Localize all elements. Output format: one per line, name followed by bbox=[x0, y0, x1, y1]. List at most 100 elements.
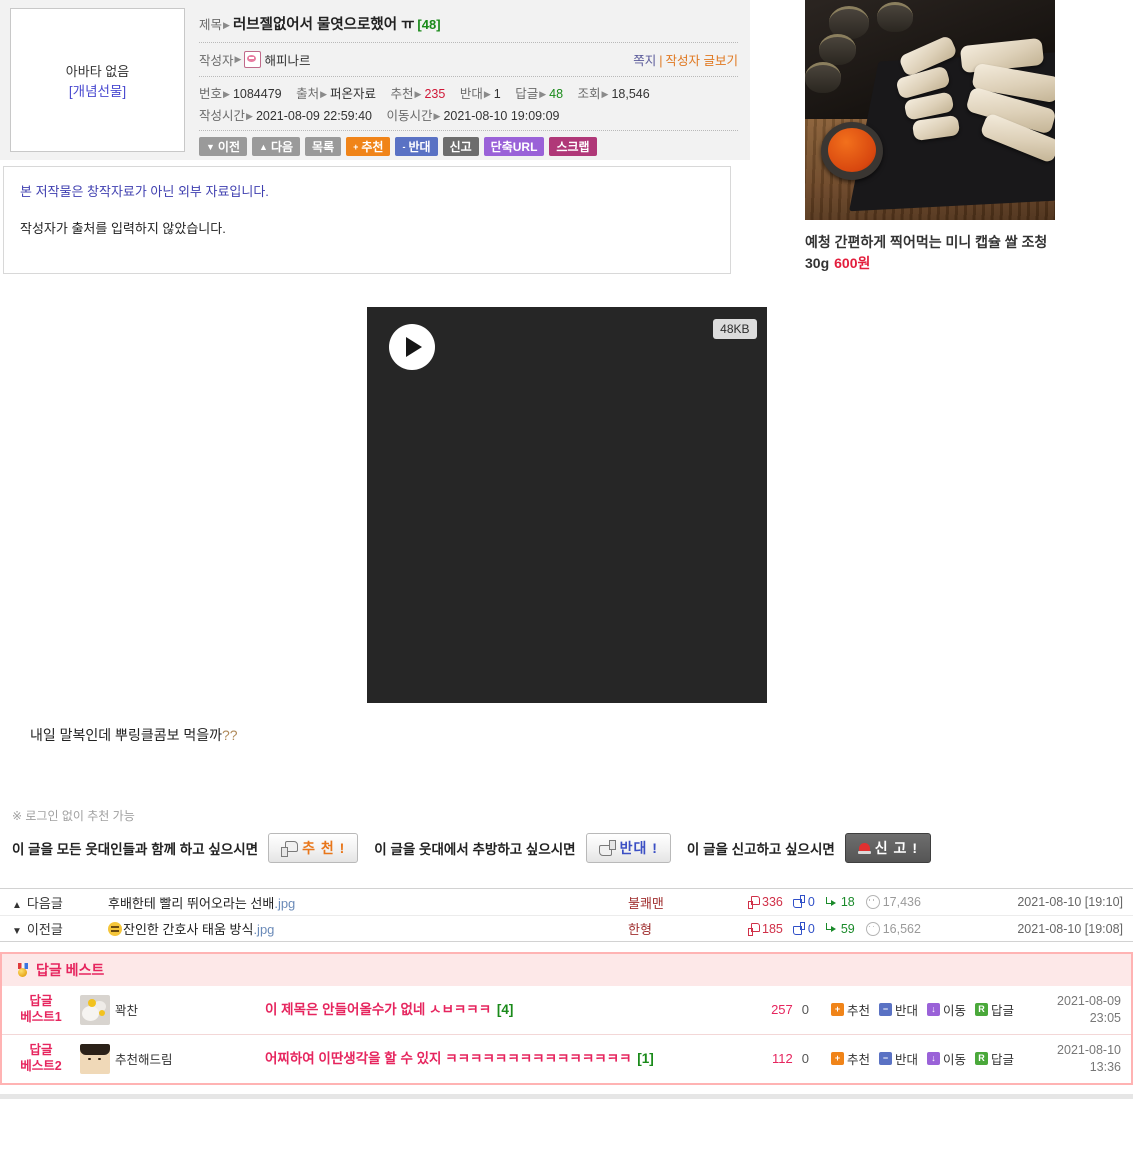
meta-down-value: 1 bbox=[493, 87, 501, 101]
best-comment-user-2[interactable]: 추천해드림 bbox=[80, 1043, 265, 1074]
arrow-icon: ▶ bbox=[223, 89, 230, 99]
arrow-icon: ▶ bbox=[539, 89, 547, 99]
prev-post-comments-value: 59 bbox=[840, 921, 855, 936]
upvote-prompt: 이 글을 모든 웃대인들과 함께 하고 싶으시면 bbox=[12, 842, 259, 857]
send-message-link[interactable]: 쪽지 bbox=[633, 54, 656, 68]
next-button[interactable]: ▲ 다음 bbox=[252, 137, 301, 156]
divider: | bbox=[659, 54, 663, 68]
ad-image[interactable] bbox=[805, 0, 1055, 220]
plus-icon: + bbox=[831, 1003, 844, 1017]
best-comment-reply-count-1: [4] bbox=[496, 1002, 514, 1018]
scrap-button[interactable]: 스크랩 bbox=[549, 137, 597, 156]
prev-post-direction: ▼ 이전글 bbox=[12, 919, 108, 938]
author-posts-link[interactable]: 작성자 글보기 bbox=[666, 54, 738, 68]
ad-caption[interactable]: 예청 간편하게 찍어먹는 미니 캡슐 쌀 조청 30g 600원 bbox=[805, 232, 1065, 274]
prev-post-row[interactable]: ▼ 이전글 잔인한 간호사 태움 방식.jpg 한형 185 0 59 16,56… bbox=[0, 915, 1133, 941]
author-name[interactable]: 해피나르 bbox=[264, 50, 310, 69]
best-comment-downvotes-2: 0 bbox=[801, 1051, 809, 1067]
downvote-button-label: 반대 bbox=[408, 140, 431, 154]
thumbs-down-icon bbox=[794, 896, 805, 908]
play-icon[interactable] bbox=[388, 324, 435, 370]
meta-moved-value: 2021-08-10 19:09:09 bbox=[443, 109, 560, 123]
arrow-icon: ▶ bbox=[433, 111, 441, 121]
best-comments-section: 답글 베스트 답글 베스트1 꽉찬 이 제목은 안들어올수가 없네 ㅅㅂㅋㅋㅋ … bbox=[0, 952, 1133, 1085]
concept-gift-link[interactable]: [개념선물] bbox=[69, 80, 126, 100]
reply-icon: R bbox=[975, 1052, 989, 1066]
scrap-button-label: 스크랩 bbox=[556, 140, 590, 154]
best-comment-text-1[interactable]: 이 제목은 안들어올수가 없네 ㅅㅂㅋㅋㅋ [4] bbox=[265, 1000, 733, 1020]
next-post-writer[interactable]: 불쾌맨 bbox=[628, 893, 748, 912]
rank-line-1: 답글 bbox=[29, 1043, 53, 1057]
recommend-bar: 이 글을 모든 웃대인들과 함께 하고 싶으시면 추 천 ! 이 글을 웃대에서… bbox=[12, 832, 1133, 864]
comment-upvote-button[interactable]: + 추천 bbox=[831, 1000, 870, 1019]
post-body-sentence: 내일 말복인데 뿌링클콤보 먹을까 bbox=[30, 727, 222, 743]
best-comment-body-2: 어찌하여 이딴생각을 할 수 있지 ㅋㅋㅋㅋㅋㅋㅋㅋㅋㅋㅋㅋㅋㅋㅋ bbox=[265, 1050, 632, 1066]
downvote-prompt: 이 글을 웃대에서 추방하고 싶으시면 bbox=[374, 842, 576, 857]
report-prompt: 이 글을 신고하고 싶으시면 bbox=[686, 842, 835, 857]
comment-date-line-1: 2021-08-09 bbox=[1057, 994, 1121, 1008]
prev-arrow-icon: ▼ bbox=[206, 141, 215, 152]
video-player[interactable]: 48KB bbox=[366, 307, 767, 703]
short-url-button[interactable]: 단축URL bbox=[483, 137, 545, 156]
best-comment-user-1[interactable]: 꽉찬 bbox=[80, 994, 265, 1025]
views-icon bbox=[865, 921, 880, 936]
prev-post-upvotes: 185 bbox=[748, 922, 783, 936]
arrow-icon: ▶ bbox=[223, 20, 230, 30]
comment-move-button[interactable]: ↓ 이동 bbox=[927, 1000, 966, 1019]
prev-post-subject[interactable]: 잔인한 간호사 태움 방식.jpg bbox=[108, 919, 628, 938]
next-post-subject[interactable]: 후배한테 빨리 뛰어오라는 선배.jpg bbox=[108, 893, 628, 912]
report-button-label: 신고 bbox=[449, 140, 472, 154]
author-label: 작성자 bbox=[199, 54, 234, 68]
thumbs-up-icon bbox=[748, 896, 760, 909]
arrow-down-icon: ↓ bbox=[927, 1052, 941, 1066]
post-author-row: 작성자 ▶ 해피나르 쪽지 | 작성자 글보기 bbox=[199, 43, 738, 77]
thumbs-down-icon bbox=[599, 841, 616, 856]
notice-no-source: 작성자가 출처를 입력하지 않았습니다. bbox=[20, 221, 226, 236]
meta-moved-label: 이동시간 bbox=[386, 109, 433, 123]
minus-icon: - bbox=[402, 141, 406, 152]
prev-button[interactable]: ▼ 이전 bbox=[199, 137, 248, 156]
next-post-comments: 18 bbox=[825, 895, 855, 909]
downvote-button[interactable]: - 반대 bbox=[395, 137, 438, 156]
best-comment-text-2[interactable]: 어찌하여 이딴생각을 할 수 있지 ㅋㅋㅋㅋㅋㅋㅋㅋㅋㅋㅋㅋㅋㅋㅋ [1] bbox=[265, 1049, 733, 1069]
meta-reply-value: 48 bbox=[549, 87, 564, 101]
next-post-subject-text: 후배한테 빨리 뛰어오라는 선배 bbox=[108, 895, 275, 911]
post-action-buttons: ▼ 이전 ▲ 다음 목록 + 추천 - 반대 신고 단축URL 스크랩 bbox=[199, 131, 738, 156]
comment-upvote-button[interactable]: + 추천 bbox=[831, 1049, 870, 1068]
comment-downvote-button[interactable]: − 반대 bbox=[879, 1000, 918, 1019]
comment-move-button[interactable]: ↓ 이동 bbox=[927, 1049, 966, 1068]
best-comment-downvotes-1: 0 bbox=[801, 1002, 809, 1018]
comment-downvote-button[interactable]: − 반대 bbox=[879, 1049, 918, 1068]
comment-reply-button[interactable]: R 답글 bbox=[975, 1000, 1014, 1019]
arrow-icon: ▶ bbox=[320, 89, 328, 99]
big-report-label: 신 고 ! bbox=[874, 840, 918, 856]
meta-written: 작성시간▶ 2021-08-09 22:59:40 bbox=[199, 109, 372, 123]
list-button[interactable]: 목록 bbox=[305, 137, 342, 156]
comment-time-line-1: 23:05 bbox=[1089, 1010, 1121, 1025]
comment-reply-button[interactable]: R 답글 bbox=[975, 1049, 1014, 1068]
big-downvote-label: 반대 ! bbox=[619, 840, 658, 856]
thumbs-up-icon bbox=[748, 922, 760, 936]
arrow-down-icon: ↓ bbox=[927, 1003, 941, 1017]
next-button-label: 다음 bbox=[270, 140, 294, 154]
meta-up-label: 추천 bbox=[390, 87, 414, 101]
next-post-upvotes-value: 336 bbox=[762, 895, 783, 909]
medal-icon bbox=[16, 962, 30, 978]
report-button[interactable]: 신고 bbox=[442, 137, 479, 156]
big-downvote-button[interactable]: 반대 ! bbox=[585, 833, 671, 863]
prev-post-views: 16,562 bbox=[865, 921, 921, 936]
ad-capsule-3 bbox=[819, 34, 856, 65]
prev-post-writer[interactable]: 한형 bbox=[628, 919, 748, 938]
rank-line-2: 베스트1 bbox=[20, 1009, 62, 1024]
thumbs-up-icon bbox=[281, 840, 299, 857]
big-upvote-button[interactable]: 추 천 ! bbox=[268, 833, 359, 863]
big-report-button[interactable]: 신 고 ! bbox=[844, 833, 931, 863]
avatar-none-label: 아바타 없음 bbox=[65, 63, 130, 79]
next-post-downvotes-value: 0 bbox=[807, 895, 815, 909]
prev-post-downvotes: 0 bbox=[794, 922, 815, 936]
views-icon bbox=[865, 895, 880, 909]
best-comment-row: 답글 베스트2 추천해드림 어찌하여 이딴생각을 할 수 있지 ㅋㅋㅋㅋㅋㅋㅋㅋ… bbox=[2, 1033, 1131, 1083]
upvote-button[interactable]: + 추천 bbox=[346, 137, 391, 156]
next-post-row[interactable]: ▲ 다음글 후배한테 빨리 뛰어오라는 선배.jpg 불쾌맨 336 0 18 1… bbox=[0, 889, 1133, 915]
post-header-column: 아바타 없음 [개념선물] 제목▶ 러브젤없어서 물엿으로했어 ㅠ [48] 작성자… bbox=[0, 0, 750, 274]
